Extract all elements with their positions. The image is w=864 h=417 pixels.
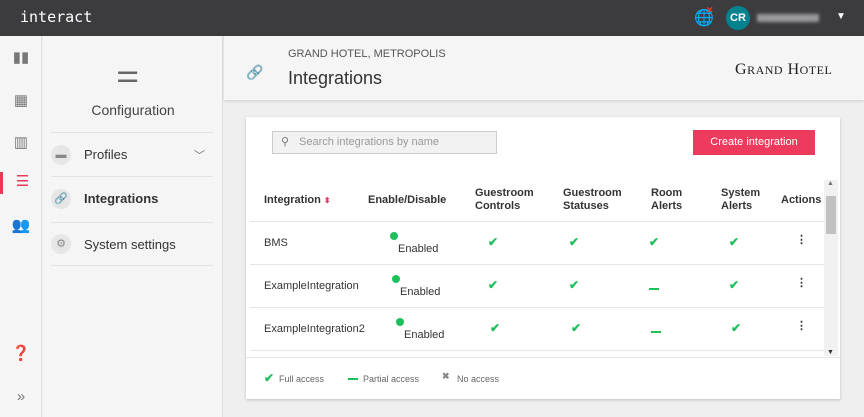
sidebar-item-label: System settings — [84, 236, 176, 252]
app-logo[interactable]: interact — [20, 8, 92, 26]
search-placeholder: Search integrations by name — [299, 136, 440, 148]
row-divider — [250, 350, 824, 351]
link-icon: 🔗 — [51, 188, 71, 209]
more-actions-icon[interactable]: ⋮ — [796, 233, 807, 246]
gear-icon: ⚙ — [51, 234, 71, 254]
dash-icon — [348, 378, 358, 380]
x-icon: ✖ — [442, 371, 450, 381]
status-dot — [390, 232, 398, 240]
sort-icon: ⬍ — [323, 196, 331, 205]
column-header-guestroom-statuses: Guestroom Statuses — [563, 187, 622, 212]
sidebar-item-system-settings[interactable]: ⚙ System settings — [51, 222, 213, 266]
sliders-icon[interactable]: ☰ — [0, 172, 42, 194]
search-input[interactable]: ⚲ Search integrations by name — [272, 131, 497, 154]
check-icon: ✔ — [569, 235, 580, 249]
globe-icon[interactable]: 🌐 ✕ — [694, 5, 714, 28]
chart-icon[interactable]: ▥ — [0, 133, 42, 151]
check-icon: ✔ — [264, 371, 275, 385]
icon-rail: ▮▮ ▦ ▥ ☰ 👥 ❓ » — [0, 36, 42, 417]
bed-icon: ▬ — [51, 144, 71, 165]
top-bar: interact 🌐 ✕ CR ▼ — [0, 0, 864, 36]
more-actions-icon[interactable]: ⋮ — [796, 319, 807, 332]
column-header-integration[interactable]: Integration ⬍ — [264, 194, 331, 207]
scrollbar[interactable]: ▲ ▼ — [824, 180, 838, 356]
sidebar-title: Configuration — [91, 102, 175, 118]
scroll-down-icon: ▼ — [827, 349, 834, 356]
column-header-system-alerts: System Alerts — [721, 187, 761, 212]
column-header-enable: Enable/Disable — [368, 194, 447, 206]
check-icon: ✔ — [649, 235, 660, 249]
page-title: Integrations — [288, 68, 383, 88]
dash-icon — [649, 288, 659, 290]
column-header-room-alerts: Room Alerts — [651, 187, 683, 212]
column-header-actions: Actions — [781, 194, 822, 206]
users-icon[interactable]: 👥 — [0, 216, 42, 234]
access-legend: ✔ Full access Partial access ✖ No access — [246, 357, 840, 399]
scroll-up-icon: ▲ — [827, 180, 834, 187]
table-row: BMS Enabled ✔ ✔ ✔ ✔ ⋮ — [250, 221, 824, 264]
link-icon: 🔗 — [246, 64, 264, 80]
user-name-blurred[interactable] — [757, 14, 819, 22]
integration-name: ExampleIntegration — [264, 280, 359, 292]
status-text[interactable]: Enabled — [400, 286, 440, 298]
sidebar-item-label: Profiles — [84, 147, 128, 162]
status-dot — [396, 318, 404, 326]
check-icon: ✔ — [488, 278, 499, 292]
status-text[interactable]: Enabled — [404, 329, 444, 341]
sidebar-item-label: Integrations — [84, 191, 159, 206]
scrollbar-thumb[interactable] — [826, 196, 836, 234]
check-icon: ✔ — [569, 278, 580, 292]
integration-name: BMS — [264, 237, 288, 249]
status-text[interactable]: Enabled — [398, 243, 438, 255]
config-sidebar: ⚌ Configuration ▬ Profiles ﹀ 🔗 Integrations… — [43, 36, 223, 417]
breadcrumb: GRAND HOTEL, METROPOLIS — [288, 48, 446, 60]
page-header: 🔗 GRAND HOTEL, METROPOLIS Integrations G… — [224, 36, 864, 100]
sidebar-item-integrations[interactable]: 🔗 Integrations — [51, 176, 213, 220]
expand-icon[interactable]: » — [0, 388, 42, 405]
sliders-icon: ⚌ — [116, 58, 140, 88]
building-icon[interactable]: ▦ — [0, 91, 42, 109]
legend-full: Full access — [279, 374, 325, 384]
chevron-down-icon: ﹀ — [194, 149, 205, 162]
check-icon: ✔ — [488, 235, 499, 249]
avatar[interactable]: CR — [726, 6, 750, 30]
more-actions-icon[interactable]: ⋮ — [796, 276, 807, 289]
create-integration-button[interactable]: Create integration — [693, 130, 815, 155]
check-icon: ✔ — [731, 321, 742, 335]
sidebar-item-profiles[interactable]: ▬ Profiles ﹀ — [51, 132, 213, 176]
brand-logo: GRAND HOTEL — [735, 61, 833, 78]
check-icon: ✔ — [729, 278, 740, 292]
status-dot — [392, 275, 400, 283]
check-icon: ✔ — [729, 235, 740, 249]
chevron-down-icon[interactable]: ▼ — [836, 11, 846, 22]
search-icon: ⚲ — [281, 136, 290, 148]
column-header-guestroom-controls: Guestroom Controls — [475, 187, 534, 212]
dash-icon — [651, 331, 661, 333]
check-icon: ✔ — [571, 321, 582, 335]
dashboard-icon[interactable]: ▮▮ — [0, 48, 42, 66]
check-icon: ✔ — [490, 321, 501, 335]
help-icon[interactable]: ❓ — [0, 344, 42, 362]
integrations-card: ⚲ Search integrations by name Create inte… — [246, 117, 840, 399]
legend-partial: Partial access — [363, 374, 420, 384]
table-row: ExampleIntegration Enabled ✔ ✔ ✔ ⋮ — [250, 264, 824, 307]
table-row: ExampleIntegration2 Enabled ✔ ✔ ✔ ⋮ — [250, 307, 824, 350]
legend-none: No access — [457, 374, 500, 384]
integration-name: ExampleIntegration2 — [264, 323, 365, 335]
